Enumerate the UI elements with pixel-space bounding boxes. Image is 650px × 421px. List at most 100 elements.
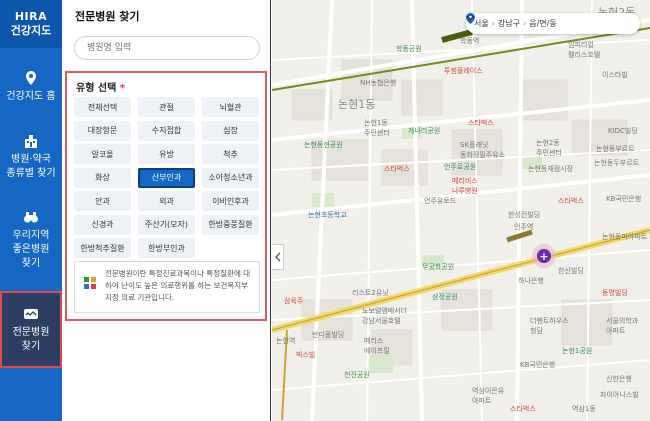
map-label: 동명빌딩 <box>602 289 628 297</box>
type-chip[interactable]: 알코올 <box>74 144 131 164</box>
chevron-down-icon[interactable] <box>466 13 475 22</box>
nav-item-good-hospital[interactable]: 우리지역 좋은병원 찾기 <box>0 198 62 282</box>
type-chip[interactable]: 이비인후과 <box>202 191 259 211</box>
map-label: 게나리공원 <box>408 127 441 135</box>
nav-item-label: 전문병원 찾기 <box>12 326 50 352</box>
map-label: 논현동부르트 <box>596 145 635 153</box>
map-label: SK플래닛 동화정밀주유소 <box>460 141 506 159</box>
type-select-box: 유형 선택 * 전체선택 관절 뇌혈관대장항문 수지접합 심장알코올 유방 척추화상 산부인과… <box>65 71 267 321</box>
chevron-left-icon <box>274 252 280 262</box>
map-label: 언주유토드 <box>424 197 457 205</box>
binoculars-icon <box>24 212 38 223</box>
map-label: KB국민은행 <box>606 195 642 203</box>
nav-item-label: 병원·약국 종류별 찾기 <box>6 154 56 179</box>
location-selector[interactable]: 서울 › 강남구 › 읍/면/동 <box>466 13 640 34</box>
search-panel: 전문병원 찾기 유형 선택 * 전체선택 관절 뇌혈관대장항문 수지접합 심장알코올 유방… <box>62 0 271 421</box>
type-chip[interactable]: 관절 <box>138 97 195 117</box>
type-chip[interactable]: 외과 <box>138 191 195 211</box>
hospital-sign-icon <box>24 308 38 319</box>
map-label: 리스트2유닛 <box>352 289 389 297</box>
location-dong[interactable]: 읍/면/동 <box>529 18 556 29</box>
map-label: 언주역 <box>514 223 534 231</box>
map-label: 논현1공원 <box>562 347 593 355</box>
map-label: 스타벅스 <box>510 405 536 413</box>
map-label: 논현동두부르트 <box>594 159 640 167</box>
map-label: 더펜트하우스 청담 <box>530 317 569 335</box>
hospital-building-icon <box>25 135 37 148</box>
map-label: 논현초등학교 <box>308 211 347 219</box>
map-label: 삼육주 <box>284 297 304 305</box>
info-text: 전문병원이란 특정진료과목이나 특정질환에 대하여 난이도 높은 의료행위를 하… <box>105 269 251 302</box>
type-chip[interactable]: 전체선택 <box>74 97 131 117</box>
hospital-name-search-input[interactable] <box>74 36 260 60</box>
map-label: 언주로공원 <box>444 163 477 171</box>
map-label: 스타벅스 <box>384 165 410 173</box>
map-label: 하나은행 <box>518 277 544 285</box>
map-label: 학동공원 <box>396 45 422 53</box>
map-label: 이스타빌 <box>602 71 628 79</box>
type-chip[interactable]: 한방척추질환 <box>74 238 131 258</box>
type-chip[interactable]: 척추 <box>202 144 259 164</box>
map-label: 논현2동 주민센터 <box>536 139 562 157</box>
nav-item-label: 건강지도 홈 <box>6 91 56 102</box>
left-nav: HIRA 건강지도 건강지도 홈 병원·약국 종류별 찾기 우리지역 좋은병원 … <box>0 0 62 421</box>
type-chip[interactable]: 화상 <box>74 167 131 188</box>
map-label: 한성컨빌딩 <box>508 211 541 219</box>
map-label: 논현동현공원 <box>304 141 343 149</box>
map-label: 삼정공원 <box>432 293 458 301</box>
nav-item-specialty-hospital[interactable]: 전문병원 찾기 <box>0 291 62 368</box>
nav-item-label: 우리지역 좋은병원 찾기 <box>12 230 50 269</box>
map-label: KB국민은행 <box>520 361 556 369</box>
medical-cross-icon <box>84 277 96 289</box>
type-chip[interactable]: 한방중풍질환 <box>202 214 259 235</box>
selected-hospital-marker[interactable]: + <box>537 249 551 263</box>
location-city[interactable]: 서울 <box>474 18 489 29</box>
map-label: 메리비스 나루병원 <box>452 177 478 195</box>
type-chip[interactable]: 뇌혈관 <box>202 97 259 117</box>
map-label: KIDC빌딩 <box>608 127 638 135</box>
location-separator: › <box>491 19 495 28</box>
map-label: 반디폴빌딩 <box>312 331 345 339</box>
nav-item-home[interactable]: 건강지도 홈 <box>0 58 62 116</box>
type-chip[interactable]: 유방 <box>138 144 195 164</box>
map-label: 서울의학과 아파트 <box>606 317 639 335</box>
collapse-panel-button[interactable] <box>272 244 284 270</box>
nav-item-hospital-type[interactable]: 병원·약국 종류별 찾기 <box>0 124 62 190</box>
type-chip[interactable]: 수지접합 <box>138 120 195 141</box>
type-chip[interactable]: 안과 <box>74 191 131 211</box>
map-label: 논현1동 <box>338 98 376 111</box>
map-label: 논현1동 주민센터 <box>364 119 390 137</box>
map-label: 빅스빌 <box>296 351 316 359</box>
logo-line2: 건강지도 <box>10 24 52 37</box>
type-chip[interactable]: 신경과 <box>74 214 131 235</box>
type-chip[interactable]: 심장 <box>202 120 259 141</box>
map-label: 스타벅스 <box>558 197 584 205</box>
map-label: 스타벅스 <box>468 119 494 127</box>
panel-title: 전문병원 찾기 <box>75 10 140 23</box>
map-label: 자이아니스빌 <box>600 391 639 399</box>
map-label: 논현동재점시장 <box>528 165 574 173</box>
type-select-heading-text: 유형 선택 <box>76 83 117 94</box>
location-district[interactable]: 강남구 <box>498 18 520 29</box>
type-chip[interactable]: 소아청소년과 <box>202 167 259 188</box>
map-label: 신한은행 <box>606 375 632 383</box>
type-chip[interactable]: 산부인과 <box>138 167 195 188</box>
map-label: 역삼1동 <box>572 405 596 413</box>
map-label: 임피리얼 팰리스호텔 <box>568 41 601 59</box>
map-label: 역삼이은유 아파트 <box>472 387 505 405</box>
logo-line1: HIRA <box>14 10 48 23</box>
required-mark: * <box>119 83 126 94</box>
map-label: 노보텔앰배서더 강남서울호텔 <box>362 307 408 325</box>
type-chip[interactable]: 한방부인과 <box>138 238 195 258</box>
map-label: 천진공원 <box>344 371 370 379</box>
location-pin-icon <box>26 71 36 85</box>
type-chip[interactable]: 대장항문 <box>74 120 131 141</box>
map-label: 논현동미아파트 <box>602 233 648 241</box>
type-chip[interactable]: 주산기(모자) <box>138 214 195 235</box>
map-label: NH농협은행 <box>360 79 397 87</box>
map-view[interactable]: 논현1동 논현2동 학동역 논현역 언주역 NH농협은행 투썸플레이스 학동공원… <box>272 0 650 421</box>
logo[interactable]: HIRA 건강지도 <box>0 0 62 48</box>
map-label: 논현역 <box>276 337 296 345</box>
type-select-heading: 유형 선택 * <box>76 79 125 94</box>
map-label: 한신빌딩 <box>558 267 584 275</box>
